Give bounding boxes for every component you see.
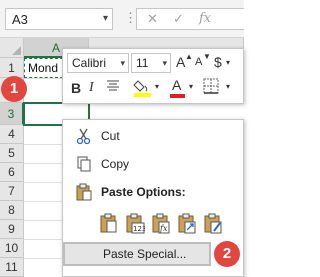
font-color-letter: A [172,77,182,93]
paste-transpose-icon[interactable] [177,212,197,234]
select-all-button[interactable] [0,38,24,58]
grow-font-icon[interactable]: A [176,54,185,70]
chevron-down-icon[interactable]: ▾ [155,82,159,91]
row-header-9[interactable]: 9 [0,220,24,239]
paste-options-heading: Paste Options: [101,185,186,199]
paste-icon[interactable] [99,212,119,234]
row-header-1[interactable]: 1 [0,58,24,78]
row-header-11[interactable]: 11 [0,258,24,277]
row-header-8[interactable]: 8 [0,201,24,220]
menu-item-copy-label: Copy [101,157,130,171]
paste-formatting-icon[interactable] [203,212,223,234]
mini-toolbar: Calibri ▾ 11 ▾ A ▲ A ▼ $ ▾ B I ▾ A ▾ ▾ [62,48,244,104]
insert-function-icon[interactable]: fx [199,11,211,26]
formula-input-area[interactable]: ✕ ✓ fx [136,8,244,30]
chevron-down-icon[interactable]: ▾ [103,13,108,24]
grow-font-arrow-icon: ▲ [185,52,193,61]
row-header-4[interactable]: 4 [0,125,24,144]
font-size-value: 11 [136,56,149,70]
chevron-down-icon[interactable]: ▾ [120,54,125,72]
shrink-font-arrow-icon: ▼ [203,52,211,61]
paste-special-label: Paste Special... [103,247,187,261]
row-header-6[interactable]: 6 [0,163,24,182]
chevron-down-icon[interactable]: ▾ [226,58,230,67]
menu-item-cut-label: Cut [101,129,120,143]
step-badge-2: 2 [214,241,240,267]
cancel-icon[interactable]: ✕ [147,11,158,27]
formula-bar: A3 ▾ ⋮ ✕ ✓ fx [0,0,244,38]
paste-values-icon[interactable]: 123 [125,212,146,234]
menu-heading-paste-options: Paste Options: [63,180,243,204]
svg-text:123: 123 [133,225,145,233]
formula-bar-dots: ⋮ [124,10,137,25]
align-center-icon[interactable] [105,78,123,98]
bold-icon[interactable]: B [71,80,81,96]
name-box-value: A3 [12,12,28,27]
scissors-icon [75,127,93,145]
row-header-7[interactable]: 7 [0,182,24,201]
svg-text:fx: fx [159,224,168,233]
paste-formulas-icon[interactable]: fx [151,212,171,234]
menu-item-cut[interactable]: Cut [63,124,243,148]
enter-icon[interactable]: ✓ [173,11,184,27]
name-box[interactable]: A3 ▾ [5,8,113,30]
font-name-box[interactable]: Calibri ▾ [67,53,129,73]
font-size-box[interactable]: 11 ▾ [131,53,171,73]
font-name-value: Calibri [72,56,107,70]
shrink-font-icon[interactable]: A [195,56,202,68]
chevron-down-icon[interactable]: ▾ [162,54,167,72]
copy-icon [75,155,93,173]
font-color-icon[interactable]: A [169,76,187,98]
chevron-down-icon[interactable]: ▾ [189,82,193,91]
row-header-3[interactable]: 3 [0,103,24,125]
menu-item-paste-special[interactable]: Paste Special... [63,242,211,266]
chevron-down-icon[interactable]: ▾ [226,82,230,91]
row-header-10[interactable]: 10 [0,239,24,258]
borders-icon[interactable] [203,78,221,96]
italic-icon[interactable]: I [89,80,94,96]
font-color-swatch [170,94,185,98]
currency-icon[interactable]: $ [214,54,222,70]
menu-item-copy[interactable]: Copy [63,152,243,176]
clipboard-icon [75,183,93,201]
highlight-fill-icon[interactable] [133,77,153,99]
row-header-5[interactable]: 5 [0,144,24,163]
step-badge-1: 1 [1,76,27,102]
